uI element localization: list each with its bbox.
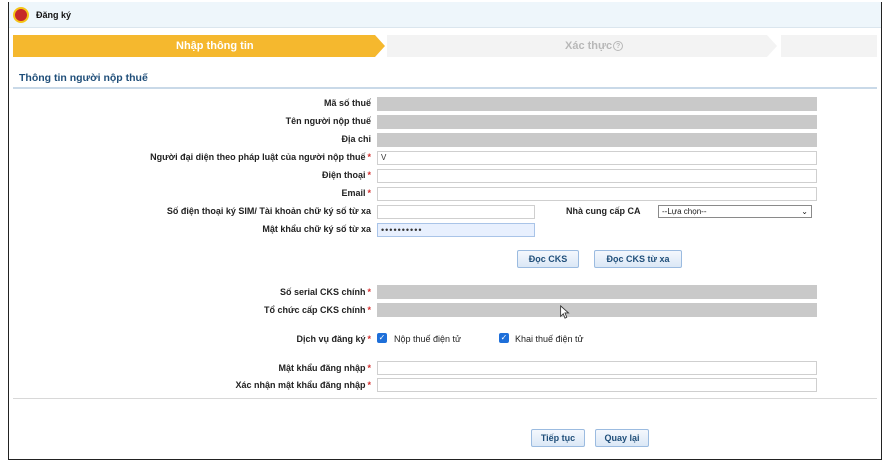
ca-provider-selected: --Lựa chọn--: [662, 207, 707, 216]
login-password-input[interactable]: [377, 361, 817, 375]
phone-input[interactable]: [377, 169, 817, 183]
footer-divider: [13, 398, 877, 399]
step-verify: Xác thực?: [387, 35, 767, 57]
mouse-cursor-icon: [560, 305, 570, 319]
email-label: Email *: [341, 188, 371, 198]
email-input[interactable]: [377, 187, 817, 201]
section-title: Thông tin người nộp thuế: [19, 72, 148, 84]
cert-serial-label: Số serial CKS chính *: [279, 287, 371, 297]
remote-sign-phone-label: Số điện thoại ký SIM/ Tài khoản chữ ký s…: [166, 206, 371, 216]
confirm-password-label: Xác nhận mật khẩu đăng nhập *: [235, 380, 371, 390]
legal-rep-label: Người đại diện theo pháp luật của người …: [150, 152, 371, 162]
section-divider: [13, 87, 877, 89]
tax-code-field: [377, 97, 817, 111]
back-button[interactable]: Quay lại: [595, 429, 649, 447]
service-edeclare-label: Khai thuế điện tử: [515, 334, 584, 344]
taxpayer-name-label: Tên người nộp thuế: [285, 116, 371, 126]
ca-provider-select[interactable]: --Lựa chọn-- ⌄: [658, 205, 812, 218]
phone-label: Điện thoại *: [321, 170, 371, 180]
read-remote-cks-button[interactable]: Đọc CKS từ xa: [594, 250, 682, 268]
continue-button[interactable]: Tiếp tục: [531, 429, 585, 447]
ca-provider-label: Nhà cung cấp CA: [566, 206, 641, 216]
address-field: [377, 133, 817, 147]
emblem-icon: [13, 7, 29, 23]
help-icon[interactable]: ?: [613, 41, 624, 51]
step-arrow: [375, 35, 385, 57]
remote-sign-phone-input[interactable]: [377, 205, 535, 219]
address-label: Địa chỉ: [341, 134, 371, 144]
remote-sign-password-label: Mật khẩu chữ ký số từ xa: [262, 224, 371, 234]
step-enter-info: Nhập thông tin: [13, 35, 375, 57]
window-title: Đăng ký: [36, 10, 72, 20]
step-arrow: [767, 35, 777, 57]
legal-rep-input[interactable]: V: [377, 151, 817, 165]
progress-stepper: Nhập thông tin Xác thực?: [13, 35, 877, 57]
step-placeholder: [781, 35, 877, 57]
service-label: Dịch vụ đăng ký *: [296, 334, 371, 344]
service-edeclare-checkbox[interactable]: ✓: [499, 333, 509, 343]
cert-serial-field: [377, 285, 817, 299]
login-password-label: Mật khẩu đăng nhập *: [278, 363, 371, 373]
remote-sign-password-input[interactable]: ••••••••••: [377, 223, 535, 237]
service-epay-checkbox[interactable]: ✓: [377, 333, 387, 343]
chevron-down-icon: ⌄: [801, 207, 808, 216]
tax-code-label: Mã số thuế: [323, 98, 371, 108]
title-bar: Đăng ký: [9, 2, 881, 28]
service-epay-label: Nộp thuế điện tử: [394, 334, 462, 344]
taxpayer-name-field: [377, 115, 817, 129]
step-verify-label: Xác thực: [565, 40, 613, 52]
registration-window: Đăng ký Nhập thông tin Xác thực? Thông t…: [8, 2, 882, 460]
confirm-password-input[interactable]: [377, 378, 817, 392]
step-enter-info-label: Nhập thông tin: [176, 40, 254, 52]
cert-issuer-field: [377, 303, 817, 317]
read-cks-button[interactable]: Đọc CKS: [517, 250, 579, 268]
cert-issuer-label: Tổ chức cấp CKS chính *: [263, 305, 371, 315]
